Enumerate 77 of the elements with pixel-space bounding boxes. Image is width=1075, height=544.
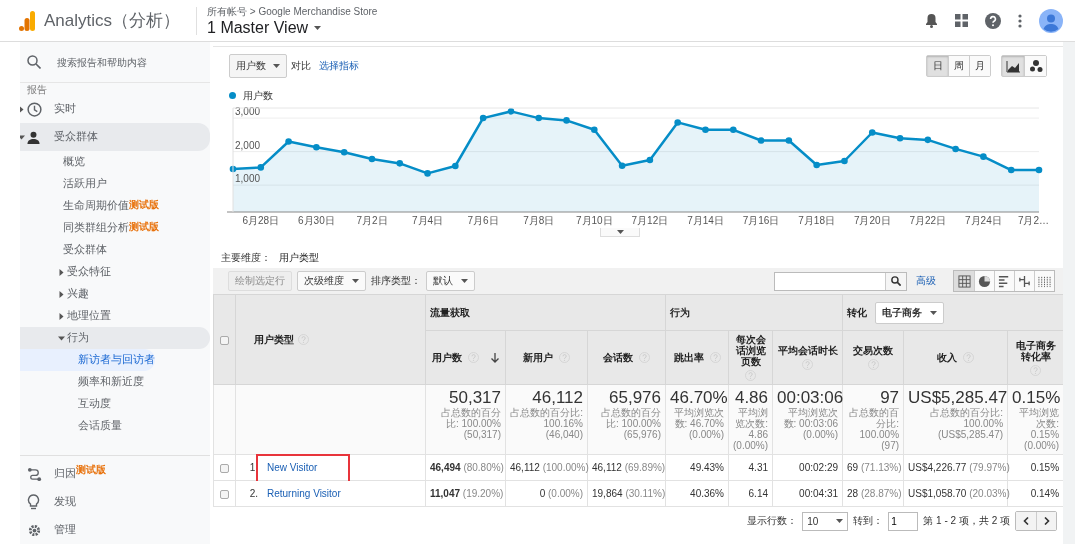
y-tick-label: 3,000 — [235, 106, 261, 118]
column-group-header: 转化 — [847, 305, 868, 320]
nav-label: 活跃用户 — [63, 177, 107, 191]
x-tick-label: 7月20日 — [853, 215, 891, 226]
table-cell: 00:04:31 — [772, 480, 843, 507]
column-group-header: 流量获取 — [430, 305, 470, 320]
total-caption: 占总数的百分比: 100.16% (46,040) — [510, 407, 583, 440]
nav-label: 受众群体 — [54, 130, 98, 144]
product-title: Analytics（分析） — [44, 10, 181, 32]
column-group-header: 行为 — [670, 305, 690, 320]
total-caption: 平均浏览次数: 4.86 (0.00%) — [733, 407, 768, 451]
table-cell: 00:02:29 — [772, 454, 843, 481]
table-cell: 46,112 (69.89%) — [587, 454, 666, 481]
legend-label: 用户数 — [243, 88, 273, 103]
section-label: 报告 — [26, 83, 48, 95]
nav-label: 同类群组分析 — [63, 221, 129, 235]
beta-label: 测试版 — [129, 220, 159, 232]
table-cell: 19,864 (30.11%) — [587, 480, 666, 507]
nav-label: 实时 — [54, 102, 76, 116]
total-caption: 占总数的百分比: 100.00% (US$5,285.47) — [929, 407, 1004, 440]
nav-label: 新访者与回访者 — [78, 353, 155, 367]
x-tick-label: 7月2… — [1017, 215, 1049, 226]
total-value: 0.15% — [1012, 388, 1060, 407]
x-tick-label: 7月12日 — [631, 215, 669, 226]
x-tick-label: 7月14日 — [687, 215, 724, 226]
x-tick-label: 7月8日 — [523, 215, 555, 226]
primary-dimension-label: 主要维度： — [221, 251, 271, 263]
total-caption: 占总数的百分比: 100.00% (65,976) — [600, 407, 661, 440]
x-tick-label: 7月24日 — [965, 215, 1002, 226]
total-value: 65,976 — [608, 388, 661, 407]
total-value: 50,317 — [448, 388, 501, 407]
x-tick-label: 7月22日 — [909, 215, 947, 226]
nav-label: 概览 — [63, 155, 85, 169]
nav-label: 行为 — [67, 331, 89, 345]
table-cell: US$1,058.70 (20.03%) — [903, 480, 1008, 507]
nav-label: 会话质量 — [78, 419, 122, 433]
nav-label: 互动度 — [78, 397, 111, 411]
y-tick-label: 1,000 — [235, 173, 261, 185]
nav-label: 生命周期价值 — [63, 199, 129, 213]
nav-label: 地理位置 — [67, 309, 111, 323]
total-value: 4.86 — [733, 388, 768, 407]
compare-label: 对比 — [291, 59, 311, 73]
total-caption: 占总数的百分比: 100.00% (50,317) — [440, 407, 501, 440]
total-value: 46,112 — [531, 388, 583, 407]
total-caption: 平均浏览次数: 0.15% (0.00%) — [1018, 407, 1060, 451]
table-cell: 46,494 (80.80%) — [425, 454, 506, 481]
nav-label: 发现 — [54, 495, 76, 509]
nav-label: 受众群体 — [63, 243, 107, 257]
x-tick-label: 6月30日 — [298, 215, 335, 226]
nav-label: 受众特征 — [67, 265, 111, 279]
x-tick-label: 7月4日 — [412, 215, 444, 226]
nav-label: 归因 — [54, 467, 76, 481]
x-tick-label: 7月2日 — [356, 215, 388, 226]
nav-label: 频率和新近度 — [78, 375, 144, 389]
nav-label: 管理 — [54, 523, 76, 537]
total-value: 97 — [879, 388, 900, 407]
total-caption: 平均浏览次数: 46.70% (0.00%) — [673, 407, 724, 440]
nav-label: 兴趣 — [67, 287, 89, 301]
table-cell: 11,047 (19.20%) — [425, 480, 506, 507]
y-tick-label: 2,000 — [235, 139, 261, 151]
rows-label: 显示行数： — [747, 514, 798, 528]
page-range: 第 1 - 2 项，共 2 项 — [923, 514, 1010, 528]
table-cell: US$4,226.77 (79.97%) — [903, 454, 1008, 481]
beta-label: 测试版 — [129, 198, 159, 210]
sort-type-label: 排序类型： — [371, 274, 421, 288]
table-cell: 0 (0.00%) — [505, 480, 588, 507]
x-tick-label: 7月18日 — [798, 215, 835, 226]
x-tick-label: 7月6日 — [467, 215, 499, 226]
table-cell: 46,112 (100.00%) — [505, 454, 588, 481]
x-tick-label: 7月10日 — [575, 215, 613, 226]
x-tick-label: 7月16日 — [742, 215, 780, 226]
x-tick-label: 6月28日 — [242, 215, 280, 226]
total-caption: 占总数的百分比: 100.00% (97) — [848, 407, 900, 451]
row-number: 2. — [248, 488, 258, 499]
beta-label: 测试版 — [76, 463, 106, 475]
goto-label: 转到： — [853, 514, 884, 528]
total-caption: 平均浏览次数: 00:03:06 (0.00%) — [782, 407, 839, 440]
